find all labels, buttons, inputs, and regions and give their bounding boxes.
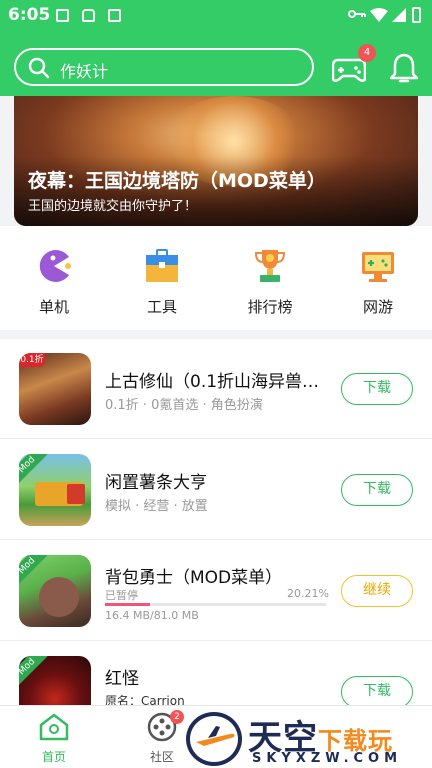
app-original-name: 原名：Carrion [105, 694, 185, 705]
app-tags: 模拟 · 经营 · 放置 [105, 499, 208, 514]
category-single-player[interactable]: 单机 [14, 248, 94, 317]
watermark-url: SKYXZW.COM [252, 751, 403, 766]
download-button[interactable]: 下载 [341, 373, 413, 405]
search-placeholder: 作妖计 [60, 62, 109, 81]
watermark: 天空下载玩 SKYXZW.COM [186, 710, 432, 768]
gamepad-badge: 4 [358, 44, 376, 62]
status-bar: 6:05 [0, 0, 432, 32]
monitor-gamepad-icon [362, 252, 394, 282]
app-icon: Mod [19, 555, 91, 627]
download-button[interactable]: 下载 [341, 474, 413, 506]
app-tags: 0.1折 · 0氪首选 · 角色扮演 [105, 398, 263, 413]
plane-icon [196, 726, 235, 746]
book-notification-icon [108, 9, 121, 22]
vpn-key-icon [348, 10, 366, 18]
home-icon [39, 713, 69, 741]
continue-button[interactable]: 继续 [341, 575, 413, 607]
app-name: 背包勇士（MOD菜单） [105, 568, 283, 588]
nav-home-label: 首页 [41, 750, 66, 764]
category-online[interactable]: 网游 [338, 248, 418, 317]
app-icon: 0.1折 [19, 353, 91, 425]
battery-icon [412, 7, 421, 23]
category-tools[interactable]: 工具 [122, 248, 202, 317]
download-status: 已暂停 [105, 589, 138, 602]
app-icon: Mod [19, 454, 91, 526]
signal-icon [392, 8, 406, 22]
list-item[interactable]: Mod 闲置薯条大亨 模拟 · 经营 · 放置 下载 [0, 440, 432, 540]
wifi-icon [370, 8, 388, 22]
download-percent: 20.21% [287, 587, 329, 600]
category-label: 网游 [362, 298, 393, 316]
app-name: 闲置薯条大亨 [105, 473, 207, 493]
nav-community[interactable]: 2 社区 [140, 710, 184, 765]
app-name: 红怪 [105, 669, 139, 689]
download-progress-bar [105, 603, 326, 606]
category-ranking[interactable]: 排行榜 [230, 248, 310, 317]
toolbox-icon [146, 249, 178, 282]
download-progress-fill [105, 603, 150, 606]
category-label: 单机 [38, 298, 69, 316]
category-label: 工具 [146, 298, 177, 316]
app-list: 0.1折 上古修仙（0.1折山海异兽… 0.1折 · 0氪首选 · 角色扮演 下… [0, 339, 432, 705]
watermark-logo [186, 712, 242, 766]
discount-badge: 0.1折 [19, 353, 45, 367]
nav-community-label: 社区 [149, 750, 174, 764]
bell-icon[interactable] [389, 52, 419, 84]
trophy-icon [254, 250, 286, 282]
status-time: 6:05 [8, 5, 51, 25]
search-icon [28, 57, 50, 79]
pacman-icon [39, 250, 71, 282]
download-size: 16.4 MB/81.0 MB [105, 609, 199, 622]
list-item[interactable]: Mod 红怪 原名：Carrion 下载 [0, 642, 432, 705]
banner-subtitle: 王国的边境就交由你守护了！ [28, 199, 198, 214]
mod-badge: Mod [19, 454, 48, 486]
mod-badge: Mod [19, 656, 48, 688]
app-name: 上古修仙（0.1折山海异兽… [105, 372, 320, 392]
community-badge: 2 [170, 710, 184, 724]
download-button[interactable]: 下载 [341, 676, 413, 705]
category-label: 排行榜 [247, 298, 293, 316]
featured-banner[interactable]: 夜幕：王国边境塔防（MOD菜单） 王国的边境就交由你守护了！ [14, 96, 418, 226]
search-bar[interactable]: 作妖计 [14, 48, 314, 86]
nav-home[interactable]: 首页 [34, 712, 74, 765]
app-notification-icon [56, 9, 69, 22]
list-item[interactable]: 0.1折 上古修仙（0.1折山海异兽… 0.1折 · 0氪首选 · 角色扮演 下… [0, 339, 432, 439]
list-item[interactable]: Mod 背包勇士（MOD菜单） 已暂停 20.21% 16.4 MB/81.0 … [0, 541, 432, 641]
android-notification-icon [82, 9, 95, 22]
banner-title: 夜幕：王国边境塔防（MOD菜单） [28, 170, 326, 192]
mod-badge: Mod [19, 555, 48, 587]
app-icon: Mod [19, 656, 91, 705]
app-header: 6:05 作妖计 4 [0, 0, 432, 96]
category-row: 单机 工具 排行榜 网游 [0, 226, 432, 330]
